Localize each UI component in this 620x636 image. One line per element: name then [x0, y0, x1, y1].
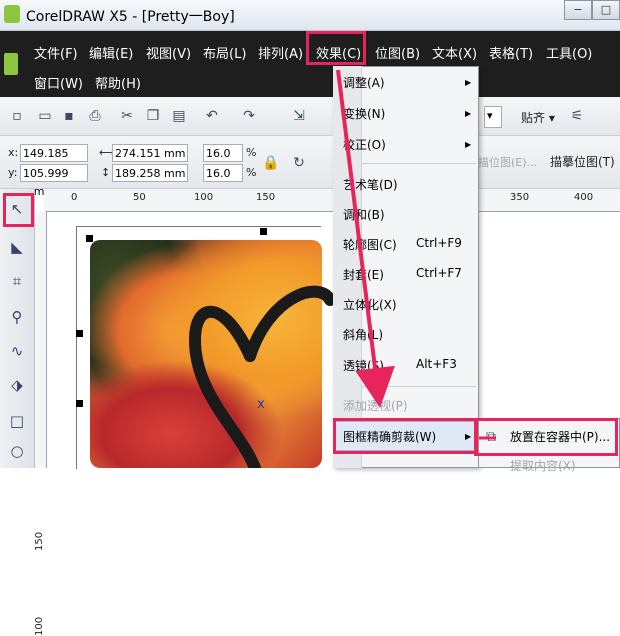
submenu-arrow-icon: ▶ [465, 109, 472, 118]
ruler-tick: 100 [34, 616, 45, 636]
svg-text:x: x [257, 397, 265, 412]
powerclip-highlight [333, 418, 478, 454]
submenu-arrow-icon: ▶ [465, 140, 472, 149]
menu-item-blend[interactable]: 调和(B) [343, 206, 385, 223]
shortcut-label: Ctrl+F7 [416, 266, 462, 280]
menu-separator [362, 163, 476, 164]
menu-item-artistic-media[interactable]: 艺术笔(D) [343, 176, 398, 193]
ruler-tick: 150 [34, 531, 45, 551]
menu-item-extrude[interactable]: 立体化(X) [343, 296, 397, 313]
menu-item-add-perspective[interactable]: 添加透视(P) [343, 397, 408, 414]
menu-separator [362, 386, 476, 387]
menu-item-envelope[interactable]: 封套(E) [343, 266, 384, 283]
menu-item-transform[interactable]: 变换(N) [343, 105, 385, 122]
menu-item-lens[interactable]: 透镜(S) [343, 357, 384, 374]
submenu-arrow-icon: ▶ [465, 78, 472, 87]
place-inside-highlight [474, 418, 618, 456]
shortcut-label: Ctrl+F9 [416, 236, 462, 250]
menu-item-bevel[interactable]: 斜角(L) [343, 326, 383, 343]
menu-item-contour[interactable]: 轮廓图(C) [343, 236, 397, 253]
menu-item-correction[interactable]: 校正(O) [343, 136, 386, 153]
shortcut-label: Alt+F3 [416, 357, 457, 371]
menu-item-adjust[interactable]: 调整(A) [343, 74, 385, 91]
submenu-item-extract[interactable]: 提取内容(X) [510, 457, 576, 474]
heart-outline-shape: x [188, 285, 336, 468]
